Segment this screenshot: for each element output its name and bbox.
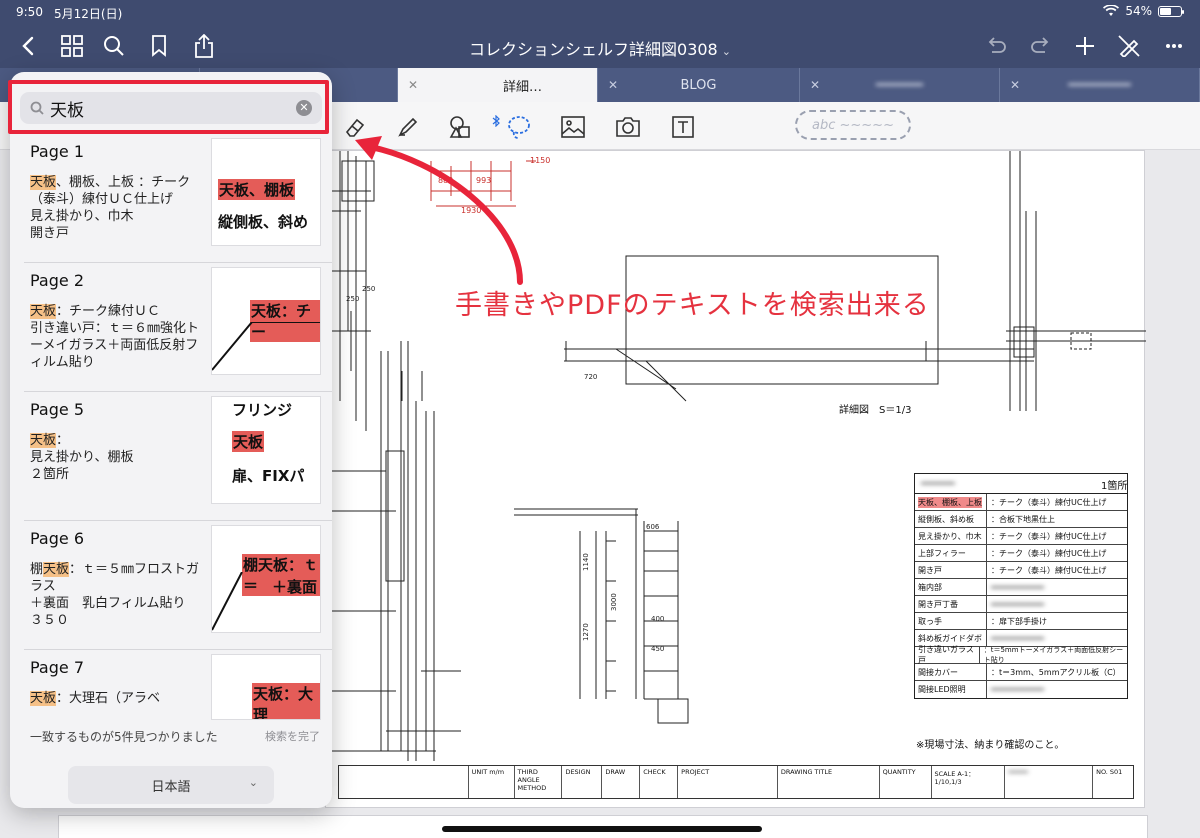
thumb-text: 天板 xyxy=(232,431,265,452)
result-match: 天板 xyxy=(30,433,57,448)
result-snippet: 天板：チーク練付ＵＣ 引き違い戸：ｔ＝６㎜強化トーメイガラス＋両面低反射フィルム… xyxy=(30,303,202,371)
thumb-text: フリンジ xyxy=(232,401,293,419)
search-result[interactable]: Page 5 天板： 見え掛かり、棚板 ２箇所 フリンジ 天板 扉、FIXパ xyxy=(24,392,332,521)
callout-text: 手書きやPDFのテキストを検索出来る xyxy=(455,290,930,321)
result-thumbnail: 棚天板：ｔ＝ ＋裏面 xyxy=(211,525,321,633)
result-text: ：大理石（アラベ xyxy=(56,691,161,706)
result-page: Page 7 xyxy=(30,658,84,677)
result-page: Page 5 xyxy=(30,400,84,419)
language-select[interactable]: 日本語 ⌄ xyxy=(68,766,274,804)
thumb-text: 扉、FIXパ xyxy=(232,467,305,485)
search-highlight-frame xyxy=(8,80,329,134)
thumb-text: 天板、棚板 xyxy=(218,179,296,200)
thumb-lines xyxy=(212,572,243,631)
result-snippet: 棚天板：ｔ＝５㎜フロストガラス ＋裏面 乳白フィルム貼り ３５０ xyxy=(30,561,202,629)
result-thumbnail: 天板：チー xyxy=(211,267,321,375)
thumb-text: 天板：大理 xyxy=(252,683,320,719)
search-result[interactable]: Page 1 天板、棚板、上板 ：チーク（泰斗）練付ＵＣ仕上げ 見え掛かり、巾木… xyxy=(24,134,332,263)
result-match: 天板 xyxy=(43,562,70,577)
result-page: Page 2 xyxy=(30,271,84,290)
home-indicator xyxy=(442,826,762,832)
result-page: Page 6 xyxy=(30,529,84,548)
result-text: ：チーク練付ＵＣ 引き違い戸：ｔ＝６㎜強化トーメイガラス＋両面低反射フィルム貼り xyxy=(30,304,200,370)
search-result[interactable]: Page 2 天板：チーク練付ＵＣ 引き違い戸：ｔ＝６㎜強化トーメイガラス＋両面… xyxy=(24,263,332,392)
thumb-text: 縦側板、斜め xyxy=(218,213,309,231)
search-result[interactable]: Page 7 天板：大理石（アラベ 天板：大理 xyxy=(24,650,332,720)
result-thumbnail: フリンジ 天板 扉、FIXパ xyxy=(211,396,321,504)
search-panel: ✕ Page 1 天板、棚板、上板 ：チーク（泰斗）練付ＵＣ仕上げ 見え掛かり、… xyxy=(10,72,332,808)
result-snippet: 天板： 見え掛かり、棚板 ２箇所 xyxy=(30,432,202,483)
result-prefix: 棚 xyxy=(30,562,44,577)
result-thumbnail: 天板、棚板 縦側板、斜め xyxy=(211,138,321,246)
language-value: 日本語 xyxy=(151,779,191,795)
chevron-down-icon: ⌄ xyxy=(248,776,258,789)
result-match: 天板 xyxy=(30,691,57,706)
finish-search-button[interactable]: 検索を完了 xyxy=(265,728,320,744)
thumb-lines xyxy=(212,322,320,371)
result-match: 天板 xyxy=(30,175,57,190)
result-thumbnail: 天板：大理 xyxy=(211,654,321,720)
result-match: 天板 xyxy=(30,304,57,319)
search-result-count: 一致するものが5件見つかりました xyxy=(30,730,218,744)
search-results: Page 1 天板、棚板、上板 ：チーク（泰斗）練付ＵＣ仕上げ 見え掛かり、巾木… xyxy=(24,134,332,720)
result-snippet: 天板：大理石（アラベ xyxy=(30,690,202,707)
result-page: Page 1 xyxy=(30,142,84,161)
result-snippet: 天板、棚板、上板 ：チーク（泰斗）練付ＵＣ仕上げ 見え掛かり、巾木 開き戸 xyxy=(30,174,202,242)
search-result[interactable]: Page 6 棚天板：ｔ＝５㎜フロストガラス ＋裏面 乳白フィルム貼り ３５０ … xyxy=(24,521,332,650)
